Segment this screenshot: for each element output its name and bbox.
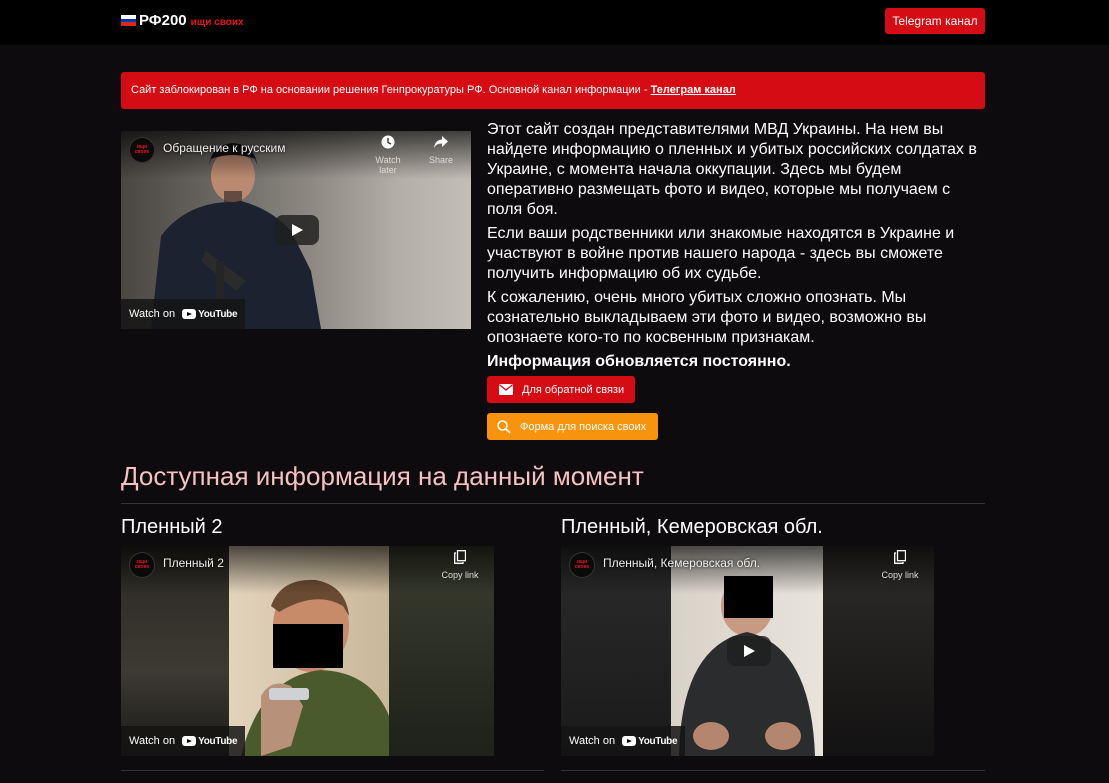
share-button[interactable]: Share xyxy=(421,135,461,165)
video-title[interactable]: Пленный 2 xyxy=(163,556,224,570)
video-title[interactable]: Пленный, Кемеровская обл. xyxy=(603,556,760,570)
channel-badge-text: ищи своих xyxy=(134,559,150,570)
intro-text: Этот сайт создан представителями МВД Укр… xyxy=(487,120,987,376)
youtube-logo-icon xyxy=(182,309,197,319)
section-title: Доступная информация на данный момент xyxy=(121,461,644,491)
feedback-button[interactable]: Для обратной связи xyxy=(487,376,635,403)
intro-update-note: Информация обновляется постоянно. xyxy=(487,353,791,370)
card-title-2: Пленный, Кемеровская обл. xyxy=(561,516,823,538)
share-arrow-icon xyxy=(421,135,461,155)
search-icon xyxy=(497,419,511,434)
watch-on-label: Watch on xyxy=(569,735,616,747)
intro-paragraph-3: К сожалению, очень много убитых сложно о… xyxy=(487,289,927,346)
watch-on-label: Watch on xyxy=(129,308,176,320)
card-divider-2 xyxy=(561,770,985,771)
clock-icon xyxy=(368,135,408,155)
brand-name: РФ200 xyxy=(139,12,187,29)
play-button[interactable] xyxy=(727,636,771,666)
intro-paragraph-1: Этот сайт создан представителями МВД Укр… xyxy=(487,121,977,218)
copy-icon xyxy=(880,550,920,570)
feedback-button-label: Для обратной связи xyxy=(522,383,625,396)
card-video-1[interactable]: ищи своих Пленный 2 Copy link Watch on Y… xyxy=(121,546,494,756)
channel-badge-text: ищи своих xyxy=(134,144,150,155)
main-video-embed[interactable]: ищи своих Обращение к русским Watch late… xyxy=(121,131,471,329)
youtube-label: YouTube xyxy=(638,735,678,747)
site-logo[interactable]: РФ200 ищи своих xyxy=(121,12,244,29)
channel-avatar-icon[interactable]: ищи своих xyxy=(129,552,155,578)
watch-on-youtube-button[interactable]: Watch on YouTube xyxy=(561,726,686,756)
copy-icon xyxy=(440,550,480,570)
section-divider xyxy=(121,503,985,504)
envelope-icon xyxy=(499,383,513,397)
watch-later-button[interactable]: Watch later xyxy=(368,135,408,175)
alert-telegram-link[interactable]: Телеграм канал xyxy=(651,84,736,96)
redaction-box xyxy=(273,624,343,668)
video-title[interactable]: Обращение к русским xyxy=(163,141,286,155)
copy-link-label: Copy link xyxy=(441,570,479,580)
copy-link-button[interactable]: Copy link xyxy=(880,550,920,580)
top-navbar: РФ200 ищи своих Telegram канал xyxy=(0,0,1109,45)
alert-text: Сайт заблокирован в РФ на основании реше… xyxy=(131,84,651,96)
watch-on-youtube-button[interactable]: Watch on YouTube xyxy=(121,726,246,756)
channel-avatar-icon[interactable]: ищи своих xyxy=(129,137,155,163)
search-form-button-label: Форма для поиска своих xyxy=(520,420,647,433)
copy-link-button[interactable]: Copy link xyxy=(440,550,480,580)
youtube-label: YouTube xyxy=(198,308,238,320)
watch-on-youtube-button[interactable]: Watch on YouTube xyxy=(121,299,246,329)
search-form-button[interactable]: Форма для поиска своих xyxy=(487,413,658,440)
channel-avatar-icon[interactable]: ищи своих xyxy=(569,552,595,578)
share-label: Share xyxy=(428,155,454,165)
youtube-logo-icon xyxy=(182,736,197,746)
youtube-logo-icon xyxy=(622,736,637,746)
card-title-1: Пленный 2 xyxy=(121,516,223,538)
intro-paragraph-2: Если ваши родственники или знакомые нахо… xyxy=(487,225,955,282)
telegram-channel-button[interactable]: Telegram канал xyxy=(885,8,985,34)
card-video-2[interactable]: ищи своих Пленный, Кемеровская обл. Copy… xyxy=(561,546,934,756)
watch-on-label: Watch on xyxy=(129,735,176,747)
blocked-alert-banner: Сайт заблокирован в РФ на основании реше… xyxy=(121,72,985,109)
play-button[interactable] xyxy=(275,215,319,245)
brand-tagline: ищи своих xyxy=(190,16,244,28)
russian-flag-icon xyxy=(121,15,136,27)
card-divider-1 xyxy=(121,770,544,771)
copy-link-label: Copy link xyxy=(881,570,919,580)
channel-badge-text: ищи своих xyxy=(574,559,590,570)
watch-later-label: Watch later xyxy=(375,155,401,175)
youtube-label: YouTube xyxy=(198,735,238,747)
